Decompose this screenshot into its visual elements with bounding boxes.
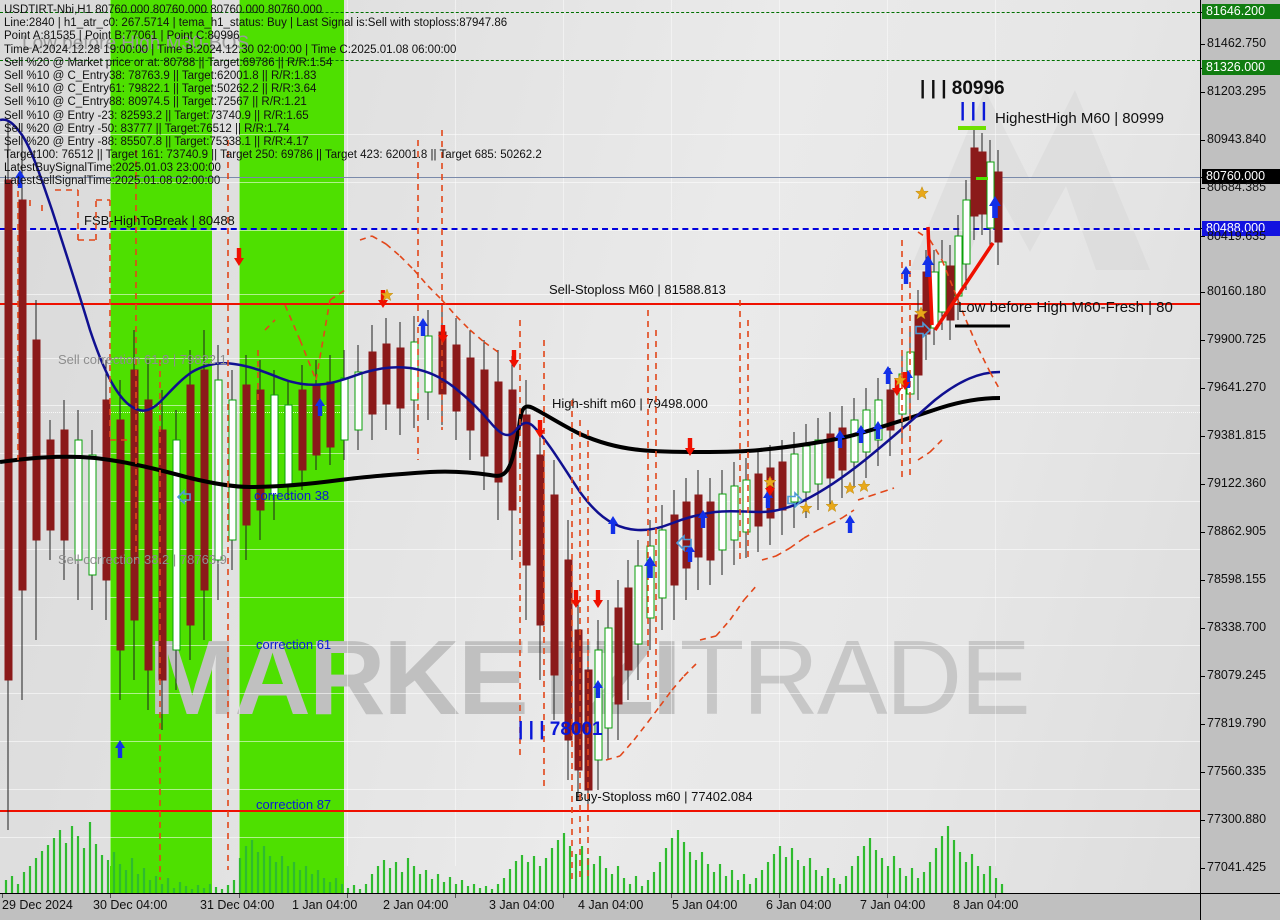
time-tick: 6 Jan 04:00 (766, 898, 832, 912)
price-tick: 80160.180 (1207, 284, 1267, 298)
price-tick: 77560.335 (1207, 764, 1267, 778)
price-tick: 78079.245 (1207, 668, 1267, 682)
time-axis[interactable]: 29 Dec 2024 30 Dec 04:00 31 Dec 04:00 1 … (0, 893, 1200, 920)
header-line-buytime: LatestBuySignalTime:2025.01.03 23:00:00 (4, 162, 221, 175)
header-line-sell-5: Sell %20 @ Entry -50: 83777 || Target:76… (4, 122, 290, 135)
header-line-points: Point A:81535 | Point B:77061 | Point C:… (4, 30, 240, 43)
price-tick: 78862.905 (1207, 524, 1267, 538)
gridline-v (887, 0, 888, 866)
gridline-h (0, 549, 1200, 550)
time-tick: 29 Dec 2024 (2, 898, 73, 912)
gridline-h (0, 837, 1200, 838)
watermark-separator: I (652, 619, 681, 737)
header-line-symbol: USDTIRT-Nbi,H1 80760.000 80760.000 80760… (4, 4, 323, 16)
price-tick: 80943.840 (1207, 132, 1267, 146)
gridline-h (0, 645, 1200, 646)
header-line-sell-4: Sell %10 @ Entry -23: 82593.2 || Target:… (4, 109, 309, 122)
chart-info-header: USDTIRT-Nbi,H1 80760.000 80760.000 80760… (4, 4, 542, 189)
correction-38-label: correction 38 (254, 488, 330, 503)
low-before-high-label: Low before High M60-Fresh | 80 (958, 299, 1173, 316)
gridline-h (0, 501, 1200, 502)
correction-61-label: correction 61 (256, 637, 332, 652)
gridline-v (779, 0, 780, 866)
header-line-sell-2: Sell %10 @ C_Entry61: 79822.1 || Target:… (4, 83, 317, 96)
high-shift-label: High-shift m60 | 79498.000 (552, 396, 708, 411)
time-tick: 31 Dec 04:00 (200, 898, 275, 912)
time-tick: 7 Jan 04:00 (860, 898, 926, 912)
header-line-times: Time A:2024.12.28 19:00:00 | Time B:2024… (4, 43, 457, 56)
sell-correction-618-label: Sell correction 61.8 | 79822.1 (58, 352, 227, 367)
point-c-value-label: | | | 80996 (920, 78, 1005, 99)
gridline-v (671, 0, 672, 866)
header-line-sell-6: Sell %20 @ Entry -88: 85507.8 || Target:… (4, 135, 309, 148)
high-shift-line (0, 412, 1200, 413)
chart-window: MARKETZITRADE FSB-HighToBreak | 80488 Se… (0, 0, 1280, 920)
time-tick: 5 Jan 04:00 (672, 898, 738, 912)
point-c-bars-label: | | | (960, 100, 987, 121)
watermark-light: TRADE (679, 619, 1031, 737)
price-tick: 81203.295 (1207, 84, 1267, 98)
time-tick: 8 Jan 04:00 (953, 898, 1019, 912)
header-line-sell-0: Sell %20 @ Market price or at: 80788 || … (4, 56, 333, 69)
broker-logo-watermark (910, 90, 1150, 270)
header-line-selltime: LatestSellSignalTime:2025.01.08 02:00:00 (4, 175, 221, 188)
gridline-h (0, 693, 1200, 694)
sell-correction-382-label: Sell correction 38.2 | 78763.9 (58, 552, 227, 567)
header-line-targets: Target100: 76512 || Target 161: 73740.9 … (4, 149, 542, 162)
correction-87-label: correction 87 (256, 797, 332, 812)
time-tick: 4 Jan 04:00 (578, 898, 644, 912)
price-tick: 77041.425 (1207, 860, 1267, 874)
gridline-h (0, 230, 1200, 231)
price-tick: 77300.880 (1207, 812, 1267, 826)
entry-star-markers (380, 186, 929, 515)
header-line-sell-3: Sell %10 @ C_Entry88: 80974.5 || Target:… (4, 96, 307, 109)
price-badge-high: 81646.200 (1202, 4, 1280, 19)
buy-stoploss-line (0, 810, 1200, 812)
gridline-h (0, 741, 1200, 742)
price-tick: 79381.815 (1207, 428, 1267, 442)
buy-stoploss-label: Buy-Stoploss m60 | 77402.084 (575, 789, 753, 804)
header-line-sell-1: Sell %10 @ C_Entry38: 78763.9 || Target:… (4, 69, 317, 82)
time-tick: 2 Jan 04:00 (383, 898, 449, 912)
time-tick: 1 Jan 04:00 (292, 898, 358, 912)
header-line-status: Line:2840 | h1_atr_c0: 267.5714 | tema_h… (4, 17, 508, 30)
price-badge-level: 81326.000 (1202, 60, 1280, 75)
gridline-v (995, 0, 996, 866)
price-tick: 77819.790 (1207, 716, 1267, 730)
gridline-h (0, 453, 1200, 454)
axis-corner (1200, 893, 1280, 920)
price-tick: 78598.155 (1207, 572, 1267, 586)
price-tick: 79122.360 (1207, 476, 1267, 490)
time-tick: 30 Dec 04:00 (93, 898, 168, 912)
fsb-high-to-break-line (0, 228, 1200, 230)
price-tick: 80419.635 (1207, 229, 1267, 243)
price-tick: 81462.750 (1207, 36, 1267, 50)
price-tick: 79900.725 (1207, 332, 1267, 346)
time-tick: 3 Jan 04:00 (489, 898, 555, 912)
price-tick: 80684.385 (1207, 180, 1267, 194)
chart-plot-area[interactable]: MARKETZITRADE FSB-HighToBreak | 80488 Se… (0, 0, 1200, 893)
gridline-h (0, 597, 1200, 598)
price-tick: 78338.700 (1207, 620, 1267, 634)
price-axis[interactable]: 81646.200 81462.750 81326.000 81203.295 … (1200, 0, 1280, 893)
highest-high-label: HighestHigh M60 | 80999 (995, 110, 1164, 127)
price-tick: 79641.270 (1207, 380, 1267, 394)
fsb-high-to-break-label: FSB-HighToBreak | 80488 (84, 213, 235, 228)
point-b-label: | | | 78001 (518, 719, 603, 740)
sell-stoploss-label: Sell-Stoploss M60 | 81588.813 (549, 282, 726, 297)
